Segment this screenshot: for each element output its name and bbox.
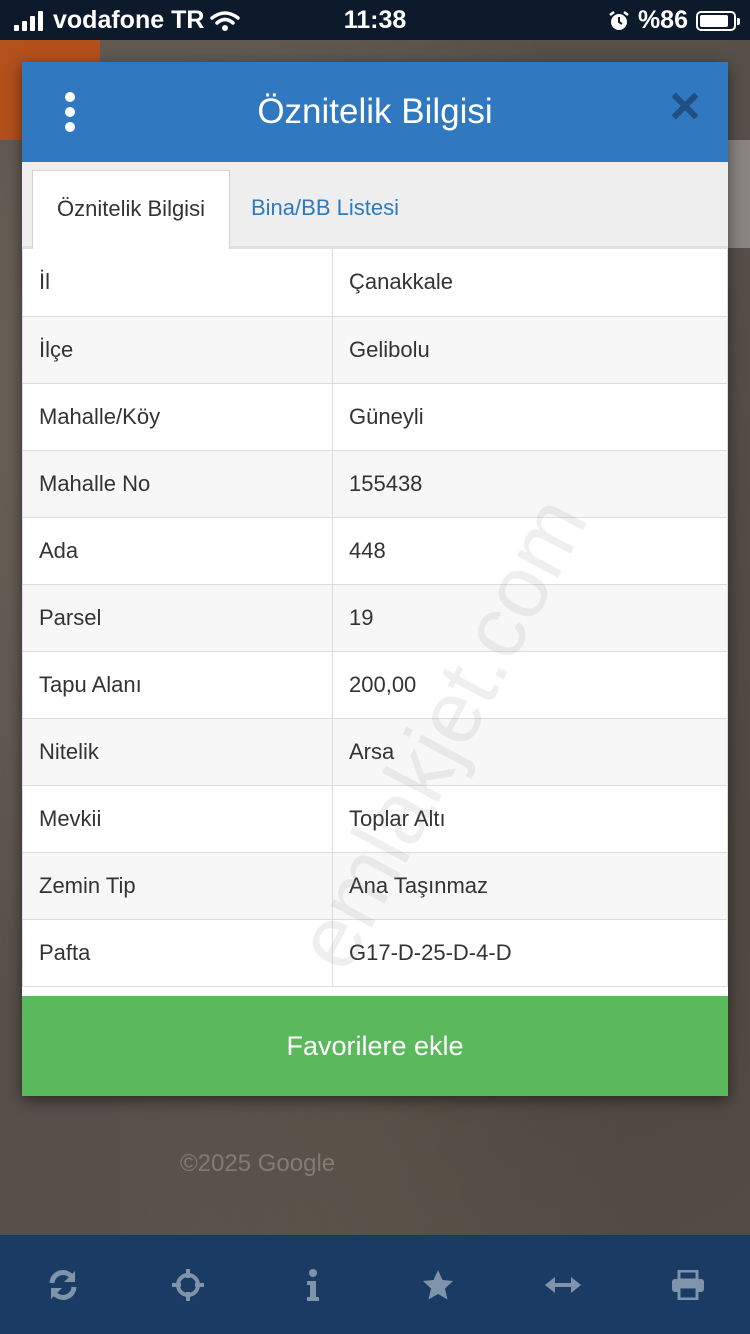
row-key: İl [22,249,333,317]
table-row: Nitelik Arsa [22,717,728,786]
attribute-modal: Öznitelik Bilgisi Öznitelik Bilgisi Bina… [22,62,728,1096]
info-button[interactable] [283,1255,343,1315]
row-value: Arsa [332,717,728,786]
row-key: Tapu Alanı [22,650,333,719]
modal-title: Öznitelik Bilgisi [257,92,493,131]
alarm-icon [609,10,629,30]
row-key: Ada [22,516,333,585]
tab-building-list[interactable]: Bina/BB Listesi [251,170,399,246]
row-key: Parsel [22,583,333,652]
row-value: Gelibolu [332,315,728,384]
tab-bar: Öznitelik Bilgisi Bina/BB Listesi [22,162,728,249]
tab-attribute-info[interactable]: Öznitelik Bilgisi [32,170,230,249]
measure-icon [544,1276,581,1293]
row-value: Ana Taşınmaz [332,851,728,920]
modal-header: Öznitelik Bilgisi [22,62,728,162]
star-icon [422,1269,453,1299]
row-key: Mevkii [22,784,333,853]
table-row: Parsel 19 [22,583,728,652]
battery-percent: %86 [637,6,688,34]
row-value: Güneyli [332,382,728,451]
row-key: Nitelik [22,717,333,786]
map-attribution: ©2025 Google [180,1150,336,1177]
battery-fill [700,14,728,27]
print-icon [671,1269,704,1300]
table-row: Tapu Alanı 200,00 [22,650,728,719]
row-value: Çanakkale [332,249,728,317]
row-key: İlçe [22,315,333,384]
locate-button[interactable] [158,1255,218,1315]
status-bar: vodafone TR 11:38 %86 [0,0,750,40]
print-button[interactable] [658,1255,718,1315]
info-icon [306,1268,319,1301]
row-value: 19 [332,583,728,652]
status-right: %86 [608,6,740,35]
table-row: Mahalle/Köy Güneyli [22,382,728,451]
table-row: Ada 448 [22,516,728,585]
favorites-button[interactable] [408,1255,468,1315]
table-row: Mevkii Toplar Altı [22,784,728,853]
add-favorite-button[interactable]: Favorilere ekle [22,996,728,1096]
row-value: 200,00 [332,650,728,719]
refresh-icon [49,1269,76,1300]
row-value: 448 [332,516,728,585]
row-value: G17-D-25-D-4-D [332,918,728,987]
refresh-button[interactable] [33,1255,93,1315]
attribute-table: İl Çanakkale İlçe Gelibolu Mahalle/Köy Güne… [22,249,728,987]
row-key: Pafta [22,918,333,987]
crosshair-icon [171,1268,204,1301]
battery-icon [696,10,740,31]
row-key: Mahalle/Köy [22,382,333,451]
table-row: Pafta G17-D-25-D-4-D [22,918,728,987]
row-key: Zemin Tip [22,851,333,920]
measure-button[interactable] [533,1255,593,1315]
row-key: Mahalle No [22,449,333,518]
table-row: İl Çanakkale [22,249,728,317]
close-button[interactable] [666,90,702,126]
row-value: 155438 [332,449,728,518]
bottom-toolbar [0,1235,750,1334]
row-value: Toplar Altı [332,784,728,853]
table-row: Zemin Tip Ana Taşınmaz [22,851,728,920]
table-row: Mahalle No 155438 [22,449,728,518]
table-row: İlçe Gelibolu [22,315,728,384]
